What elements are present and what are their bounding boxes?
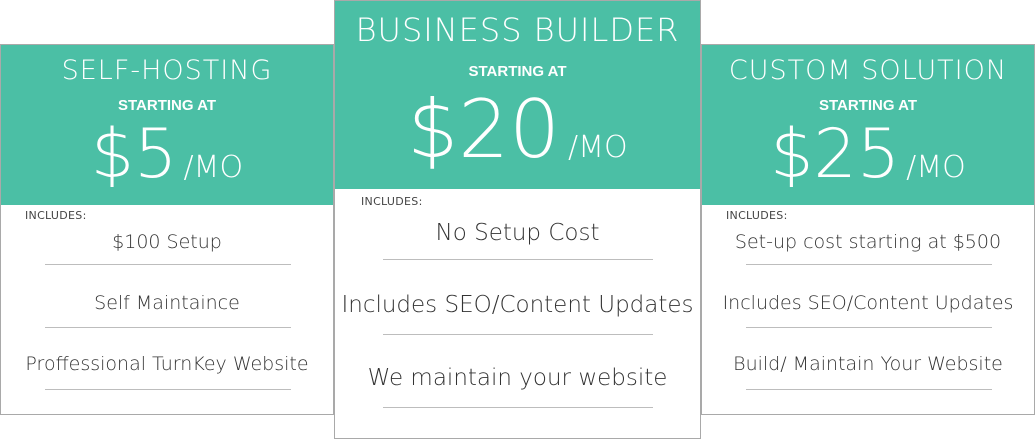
feature-divider bbox=[746, 264, 992, 265]
plan-name: SELF-HOSTING bbox=[61, 55, 273, 86]
starting-at-label: STARTING AT bbox=[468, 63, 567, 80]
pricing-card-self-hosting[interactable]: SELF-HOSTING STARTING AT $5/MO INCLUDES:… bbox=[0, 44, 334, 415]
includes-label: INCLUDES: bbox=[25, 209, 87, 222]
price-row: $5/MO bbox=[1, 115, 333, 194]
feature-item: Set-up cost starting at $500 bbox=[734, 231, 1002, 253]
pricing-card-header: CUSTOM SOLUTION STARTING AT $25/MO bbox=[702, 45, 1034, 205]
pricing-card-custom-solution[interactable]: CUSTOM SOLUTION STARTING AT $25/MO INCLU… bbox=[701, 44, 1035, 415]
includes-label: INCLUDES: bbox=[361, 195, 423, 208]
pricing-card-header: SELF-HOSTING STARTING AT $5/MO bbox=[1, 45, 333, 205]
price-row: $25/MO bbox=[702, 115, 1034, 194]
feature-divider bbox=[45, 389, 291, 390]
feature-divider bbox=[383, 259, 653, 260]
starting-at-label: STARTING AT bbox=[117, 97, 217, 114]
price-period: /MO bbox=[183, 150, 244, 185]
starting-at-label: STARTING AT bbox=[818, 97, 918, 114]
feature-item: Includes SEO/Content Updates bbox=[722, 292, 1014, 314]
feature-item: Proffessional TurnKey Website bbox=[25, 353, 309, 375]
feature-item: Self Maintaince bbox=[94, 292, 240, 314]
feature-item: Includes SEO/Content Updates bbox=[341, 292, 694, 318]
pricing-card-header: BUSINESS BUILDER STARTING AT $20/MO bbox=[335, 1, 700, 189]
plan-price: $20 bbox=[407, 83, 561, 176]
feature-item: No Setup Cost bbox=[435, 220, 600, 246]
plan-price: $5 bbox=[90, 115, 178, 194]
feature-divider bbox=[383, 334, 653, 335]
plan-name: CUSTOM SOLUTION bbox=[728, 55, 1008, 86]
includes-label: INCLUDES: bbox=[726, 209, 788, 222]
plan-name: BUSINESS BUILDER bbox=[355, 11, 680, 49]
feature-divider bbox=[45, 264, 291, 265]
feature-divider bbox=[746, 389, 992, 390]
feature-divider bbox=[383, 407, 653, 408]
plan-price: $25 bbox=[770, 115, 901, 194]
price-row: $20/MO bbox=[335, 83, 700, 176]
feature-item: Build/ Maintain Your Website bbox=[733, 353, 1003, 375]
feature-divider bbox=[746, 327, 992, 328]
feature-divider bbox=[45, 327, 291, 328]
price-period: /MO bbox=[568, 130, 628, 165]
price-period: /MO bbox=[906, 150, 966, 185]
feature-item: We maintain your website bbox=[367, 365, 668, 391]
pricing-card-business-builder[interactable]: BUSINESS BUILDER STARTING AT $20/MO INCL… bbox=[334, 0, 701, 439]
feature-item: $100 Setup bbox=[112, 231, 222, 253]
